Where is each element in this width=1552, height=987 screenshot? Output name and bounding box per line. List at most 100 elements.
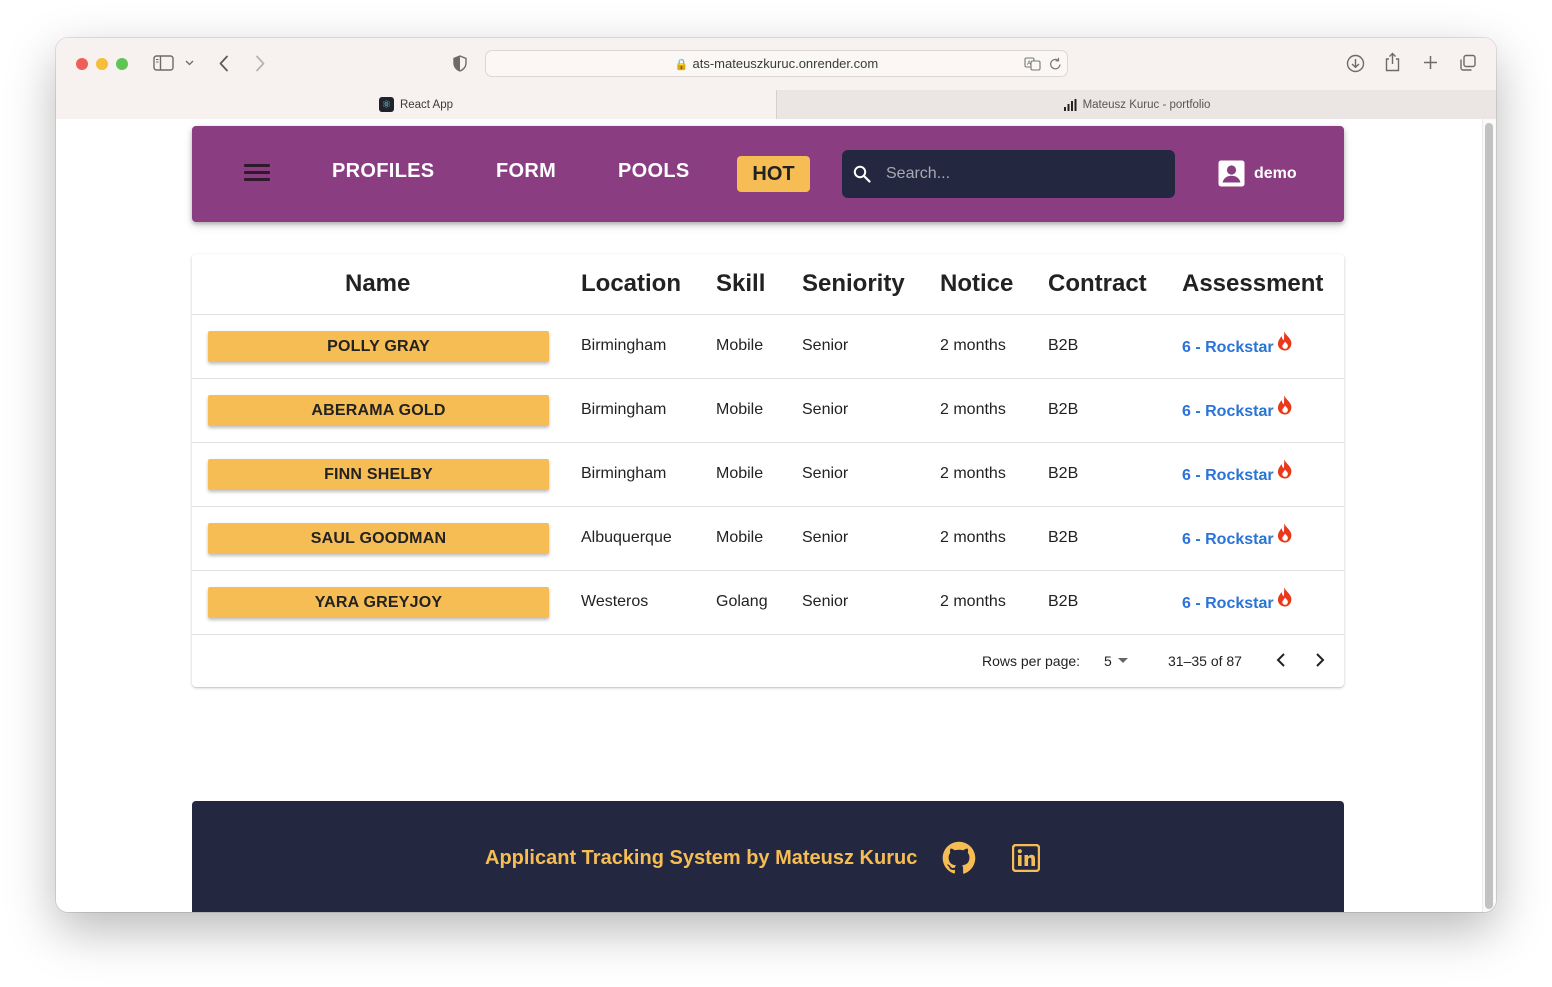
- account-box-icon: [1218, 160, 1245, 187]
- tab-label: React App: [399, 98, 454, 111]
- back-arrow-icon[interactable]: [218, 55, 230, 72]
- cell-skill: Mobile: [716, 337, 764, 354]
- browser-window: 🔒 ats-mateuszkuruc.onrender.com A ⚛ Reac…: [56, 38, 1496, 912]
- column-header-seniority[interactable]: Seniority: [802, 270, 905, 298]
- address-bar[interactable]: 🔒 ats-mateuszkuruc.onrender.com A: [485, 50, 1068, 77]
- nav-pools[interactable]: POOLS: [618, 160, 690, 183]
- fire-icon: [1277, 395, 1291, 415]
- chart-favicon-icon: [1063, 98, 1077, 111]
- cell-location: Albuquerque: [581, 529, 672, 546]
- github-icon[interactable]: [942, 841, 976, 875]
- table-row: YARA GREYJOY Westeros Golang Senior 2 mo…: [192, 571, 1344, 635]
- candidate-name-button[interactable]: SAUL GOODMAN: [208, 523, 549, 554]
- cell-contract: B2B: [1048, 529, 1079, 546]
- candidate-name-button[interactable]: ABERAMA GOLD: [208, 395, 549, 426]
- pagination-range: 31–35 of 87: [1168, 653, 1242, 669]
- nav-profiles[interactable]: PROFILES: [332, 160, 434, 183]
- tab-label: Mateusz Kuruc - portfolio: [1082, 98, 1211, 111]
- new-tab-icon[interactable]: [1423, 55, 1438, 70]
- chevron-down-icon[interactable]: [185, 60, 194, 66]
- forward-arrow-icon[interactable]: [254, 55, 266, 72]
- privacy-shield-icon[interactable]: [453, 55, 467, 72]
- page-footer: Applicant Tracking System by Mateusz Kur…: [192, 801, 1344, 912]
- assessment-link[interactable]: 6 - Rockstar: [1182, 595, 1274, 613]
- candidate-name-button[interactable]: POLLY GRAY: [208, 331, 549, 362]
- candidate-name-button[interactable]: FINN SHELBY: [208, 459, 549, 490]
- menu-icon[interactable]: [244, 162, 272, 184]
- cell-notice: 2 months: [940, 401, 1006, 418]
- column-header-skill[interactable]: Skill: [716, 270, 765, 298]
- fire-icon: [1277, 523, 1291, 543]
- cell-assessment[interactable]: 6 - Rockstar: [1182, 395, 1294, 421]
- assessment-link[interactable]: 6 - Rockstar: [1182, 467, 1274, 485]
- column-header-contract[interactable]: Contract: [1048, 270, 1147, 298]
- linkedin-icon[interactable]: [1012, 844, 1040, 872]
- cell-assessment[interactable]: 6 - Rockstar: [1182, 331, 1294, 357]
- cell-contract: B2B: [1048, 593, 1079, 610]
- footer-text: Applicant Tracking System by Mateusz Kur…: [485, 847, 918, 869]
- assessment-link[interactable]: 6 - Rockstar: [1182, 403, 1274, 421]
- minimize-window-button[interactable]: [96, 58, 108, 70]
- cell-seniority: Senior: [802, 401, 849, 418]
- translate-icon[interactable]: A: [1024, 57, 1042, 71]
- url-text: ats-mateuszkuruc.onrender.com: [692, 56, 879, 71]
- cell-skill: Mobile: [716, 401, 764, 418]
- profiles-table: Name Location Skill Seniority Notice Con…: [192, 254, 1344, 687]
- react-logo-icon: ⚛: [378, 97, 394, 112]
- cell-location: Westeros: [581, 593, 649, 610]
- tab-overview-icon[interactable]: [1459, 54, 1477, 72]
- username: demo: [1254, 164, 1297, 182]
- next-page-icon[interactable]: [1314, 649, 1326, 671]
- fire-icon: [1277, 459, 1291, 479]
- search-icon: [853, 165, 871, 183]
- page-content: PROFILES FORM POOLS HOT demo: [56, 119, 1496, 912]
- cell-skill: Mobile: [716, 465, 764, 482]
- app-bar: PROFILES FORM POOLS HOT demo: [192, 126, 1344, 222]
- rows-per-page-select[interactable]: 5: [1104, 653, 1112, 669]
- browser-toolbar: 🔒 ats-mateuszkuruc.onrender.com A: [56, 38, 1496, 90]
- search-box: [842, 150, 1175, 198]
- column-header-location[interactable]: Location: [581, 270, 681, 298]
- table-pagination: Rows per page: 5 31–35 of 87: [192, 634, 1344, 687]
- cell-location: Birmingham: [581, 401, 667, 418]
- user-menu[interactable]: demo: [1218, 160, 1297, 187]
- rows-per-page-label: Rows per page:: [982, 653, 1081, 669]
- cell-location: Birmingham: [581, 465, 667, 482]
- table-row: FINN SHELBY Birmingham Mobile Senior 2 m…: [192, 443, 1344, 507]
- fire-icon: [1277, 587, 1291, 607]
- sidebar-toggle-icon[interactable]: [153, 55, 175, 71]
- column-header-name[interactable]: Name: [345, 270, 410, 298]
- cell-seniority: Senior: [802, 593, 849, 610]
- cell-seniority: Senior: [802, 529, 849, 546]
- assessment-link[interactable]: 6 - Rockstar: [1182, 531, 1274, 549]
- cell-assessment[interactable]: 6 - Rockstar: [1182, 523, 1294, 549]
- nav-form[interactable]: FORM: [496, 160, 556, 183]
- column-header-assessment[interactable]: Assessment: [1182, 270, 1323, 298]
- download-icon[interactable]: [1346, 54, 1365, 73]
- share-icon[interactable]: [1385, 52, 1400, 72]
- nav-hot-button[interactable]: HOT: [737, 156, 810, 192]
- previous-page-icon[interactable]: [1275, 649, 1287, 671]
- reload-icon[interactable]: [1049, 57, 1062, 71]
- close-window-button[interactable]: [76, 58, 88, 70]
- cell-contract: B2B: [1048, 401, 1079, 418]
- cell-notice: 2 months: [940, 465, 1006, 482]
- cell-notice: 2 months: [940, 529, 1006, 546]
- table-row: ABERAMA GOLD Birmingham Mobile Senior 2 …: [192, 379, 1344, 443]
- zoom-window-button[interactable]: [116, 58, 128, 70]
- scrollbar-thumb[interactable]: [1485, 123, 1493, 909]
- tab-react-app[interactable]: ⚛ React App: [56, 90, 776, 119]
- cell-notice: 2 months: [940, 337, 1006, 354]
- cell-seniority: Senior: [802, 337, 849, 354]
- cell-assessment[interactable]: 6 - Rockstar: [1182, 587, 1294, 613]
- search-input[interactable]: [886, 162, 1156, 186]
- tab-portfolio[interactable]: Mateusz Kuruc - portfolio: [776, 90, 1496, 119]
- cell-contract: B2B: [1048, 465, 1079, 482]
- assessment-link[interactable]: 6 - Rockstar: [1182, 339, 1274, 357]
- cell-notice: 2 months: [940, 593, 1006, 610]
- dropdown-arrow-icon[interactable]: [1118, 658, 1128, 663]
- cell-assessment[interactable]: 6 - Rockstar: [1182, 459, 1294, 485]
- cell-contract: B2B: [1048, 337, 1079, 354]
- candidate-name-button[interactable]: YARA GREYJOY: [208, 587, 549, 618]
- column-header-notice[interactable]: Notice: [940, 270, 1013, 298]
